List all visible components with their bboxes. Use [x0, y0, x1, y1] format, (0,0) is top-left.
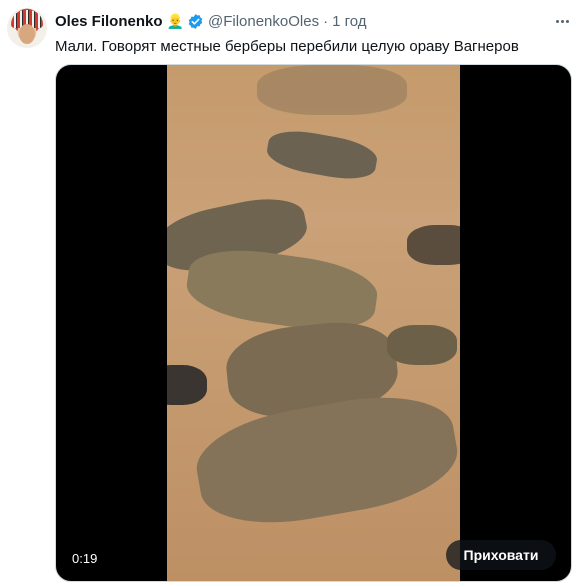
video-frame: [167, 65, 460, 581]
tweet-text: Мали. Говорят местные берберы перебили ц…: [55, 38, 519, 55]
post-time[interactable]: 1 год: [332, 13, 366, 30]
more-options-icon[interactable]: [552, 11, 572, 31]
video-player[interactable]: 0:19 Приховати: [55, 64, 572, 582]
author-handle[interactable]: @FilonenkoOles: [208, 13, 319, 30]
author-emoji: 👱‍♂️: [166, 12, 184, 29]
hide-media-button[interactable]: Приховати: [446, 540, 556, 570]
face-graphic: [19, 24, 35, 44]
tweet: Oles Filonenko 👱‍♂️ @FilonenkoOles · 1 г…: [0, 0, 586, 587]
verified-badge-icon: [188, 13, 203, 29]
video-timestamp: 0:19: [66, 549, 104, 568]
author-name[interactable]: Oles Filonenko: [55, 13, 163, 30]
separator-dot: ·: [323, 12, 329, 30]
avatar[interactable]: [7, 8, 47, 48]
tweet-header: Oles Filonenko 👱‍♂️ @FilonenkoOles · 1 г…: [55, 11, 367, 31]
